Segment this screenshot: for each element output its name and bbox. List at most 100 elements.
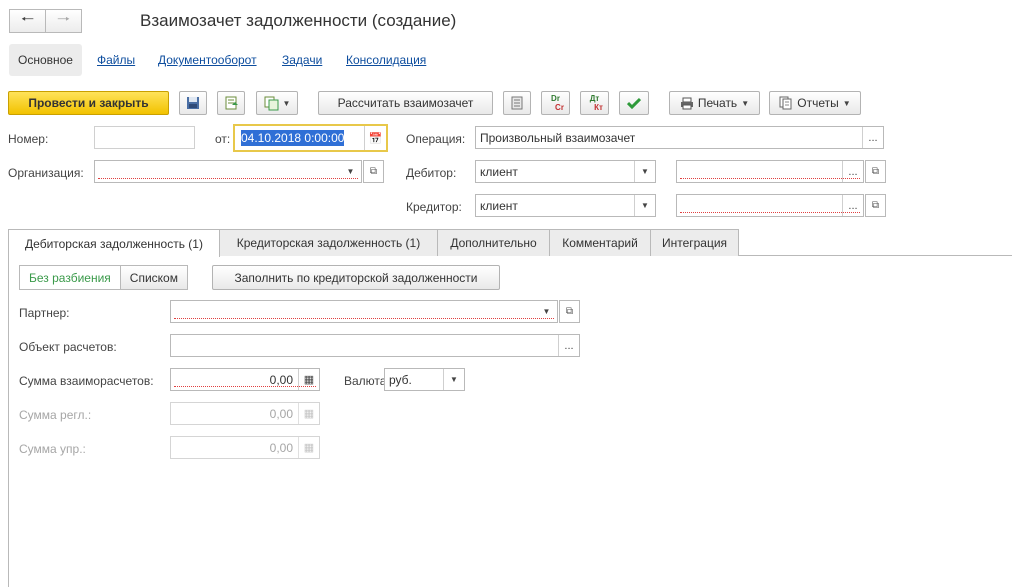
amount-mgmt-label: Сумма упр.: xyxy=(19,442,86,456)
chevron-down-icon: ▼ xyxy=(741,98,750,108)
save-icon xyxy=(187,97,199,109)
tab-integration[interactable]: Интеграция xyxy=(650,229,739,256)
tab-comment[interactable]: Комментарий xyxy=(549,229,651,256)
amount-field[interactable]: 0,00 ▦ xyxy=(170,368,320,391)
dt-kt-icon-bottom: Кт xyxy=(594,103,603,112)
nav-tab-main[interactable]: Основное xyxy=(9,44,82,76)
tab-additional[interactable]: Дополнительно xyxy=(437,229,550,256)
select-ellipsis-icon[interactable]: ... xyxy=(862,127,883,148)
partner-field[interactable]: ▼ xyxy=(170,300,558,323)
open-icon: ⧉ xyxy=(871,166,880,177)
date-field[interactable]: 04.10.2018 0:00:00 📅 xyxy=(233,124,388,152)
open-icon: ⧉ xyxy=(871,200,880,211)
list-button[interactable] xyxy=(503,91,531,115)
reports-button[interactable]: Отчеты ▼ xyxy=(769,91,861,115)
amount-mgmt-field: 0,00 ▦ xyxy=(170,436,320,459)
operation-field[interactable]: Произвольный взаимозачет ... xyxy=(475,126,884,149)
date-label: от: xyxy=(215,132,231,146)
split-mode-switch: Без разбиения Списком xyxy=(19,265,188,290)
currency-label: Валюта: xyxy=(344,374,390,388)
number-label: Номер: xyxy=(8,132,49,146)
debtor-label: Дебитор: xyxy=(406,166,457,180)
creditor-type-value: клиент xyxy=(480,198,518,213)
nav-tab-consolidation[interactable]: Консолидация xyxy=(346,44,426,76)
organization-label: Организация: xyxy=(8,166,84,180)
calculator-icon[interactable]: ▦ xyxy=(298,369,319,390)
post-button[interactable] xyxy=(217,91,245,115)
open-debtor-button[interactable]: ⧉ xyxy=(865,160,886,183)
select-ellipsis-icon[interactable]: ... xyxy=(842,161,863,182)
chevron-down-icon[interactable]: ▼ xyxy=(443,369,464,390)
creditor-label: Кредитор: xyxy=(406,200,462,214)
amount-mgmt-value: 0,00 xyxy=(269,440,293,455)
partner-label: Партнер: xyxy=(19,306,70,320)
amount-label: Сумма взаиморасчетов: xyxy=(19,374,154,388)
calculate-offset-button[interactable]: Рассчитать взаимозачет xyxy=(318,91,493,115)
fill-by-payables-button[interactable]: Заполнить по кредиторской задолженности xyxy=(212,265,500,290)
forward-button[interactable]: 🠒 xyxy=(45,9,82,33)
print-label: Печать xyxy=(697,96,738,110)
list-icon xyxy=(511,96,523,110)
create-based-on-button[interactable]: ▼ xyxy=(256,91,298,115)
amount-reg-label: Сумма регл.: xyxy=(19,408,92,422)
settlement-object-field[interactable]: ... xyxy=(170,334,580,357)
dr-cr-icon-bottom: Cr xyxy=(555,103,564,112)
open-organization-button[interactable]: ⧉ xyxy=(363,160,384,183)
date-value: 04.10.2018 0:00:00 xyxy=(241,130,345,146)
reports-label: Отчеты xyxy=(797,96,839,110)
open-icon: ⧉ xyxy=(369,166,378,177)
mode-no-split-button[interactable]: Без разбиения xyxy=(20,266,120,289)
select-ellipsis-icon[interactable]: ... xyxy=(842,195,863,216)
number-field[interactable] xyxy=(94,126,195,149)
print-button[interactable]: Печать ▼ xyxy=(669,91,760,115)
tab-receivables[interactable]: Дебиторская задолженность (1) xyxy=(8,229,220,257)
calendar-icon[interactable]: 📅 xyxy=(364,126,386,150)
post-document-icon xyxy=(225,96,238,109)
post-and-close-button[interactable]: Провести и закрыть xyxy=(8,91,169,115)
open-partner-button[interactable]: ⧉ xyxy=(559,300,580,323)
open-creditor-button[interactable]: ⧉ xyxy=(865,194,886,217)
mode-list-button[interactable]: Списком xyxy=(119,266,187,289)
debtor-type-value: клиент xyxy=(480,164,518,179)
chevron-down-icon[interactable]: ▼ xyxy=(634,161,655,182)
page-title: Взаимозачет задолженности (создание) xyxy=(140,11,457,30)
chevron-down-icon: ▼ xyxy=(842,98,851,108)
calculator-icon: ▦ xyxy=(298,437,319,458)
debtor-field[interactable]: ... xyxy=(676,160,864,183)
operation-value: Произвольный взаимозачет xyxy=(480,130,636,145)
organization-field[interactable]: ▼ xyxy=(94,160,362,183)
arrow-right-icon: 🠒 xyxy=(56,10,71,28)
amount-reg-value: 0,00 xyxy=(269,406,293,421)
dr-cr-icon-top: Dr xyxy=(551,94,560,103)
nav-tab-files[interactable]: Файлы xyxy=(97,44,135,76)
creditor-type-select[interactable]: клиент ▼ xyxy=(475,194,656,217)
creditor-field[interactable]: ... xyxy=(676,194,864,217)
arrow-left-icon: 🠐 xyxy=(20,10,35,28)
chevron-down-icon: ▼ xyxy=(282,98,291,108)
save-button[interactable] xyxy=(179,91,207,115)
operation-label: Операция: xyxy=(406,132,466,146)
reports-icon xyxy=(779,96,792,110)
currency-select[interactable]: руб. ▼ xyxy=(384,368,465,391)
dt-kt-icon-top: Дт xyxy=(589,94,600,103)
amount-reg-field: 0,00 ▦ xyxy=(170,402,320,425)
create-based-on-icon xyxy=(264,96,279,110)
debtor-type-select[interactable]: клиент ▼ xyxy=(475,160,656,183)
chevron-down-icon[interactable]: ▼ xyxy=(340,161,361,182)
settlement-object-label: Объект расчетов: xyxy=(19,340,117,354)
check-button[interactable] xyxy=(619,91,649,115)
calculator-icon: ▦ xyxy=(298,403,319,424)
back-button[interactable]: 🠐 xyxy=(9,9,46,33)
dt-kt-button[interactable]: Дт Кт xyxy=(580,91,609,115)
chevron-down-icon[interactable]: ▼ xyxy=(536,301,557,322)
nav-tab-tasks[interactable]: Задачи xyxy=(282,44,322,76)
tab-payables[interactable]: Кредиторская задолженность (1) xyxy=(219,229,438,256)
amount-value: 0,00 xyxy=(269,372,293,387)
nav-tab-docflow[interactable]: Документооборот xyxy=(158,44,257,76)
checkmark-icon xyxy=(627,97,641,109)
open-icon: ⧉ xyxy=(565,306,574,317)
dr-cr-button[interactable]: Dr Cr xyxy=(541,91,570,115)
printer-icon xyxy=(680,97,693,109)
select-ellipsis-icon[interactable]: ... xyxy=(558,335,579,356)
chevron-down-icon[interactable]: ▼ xyxy=(634,195,655,216)
